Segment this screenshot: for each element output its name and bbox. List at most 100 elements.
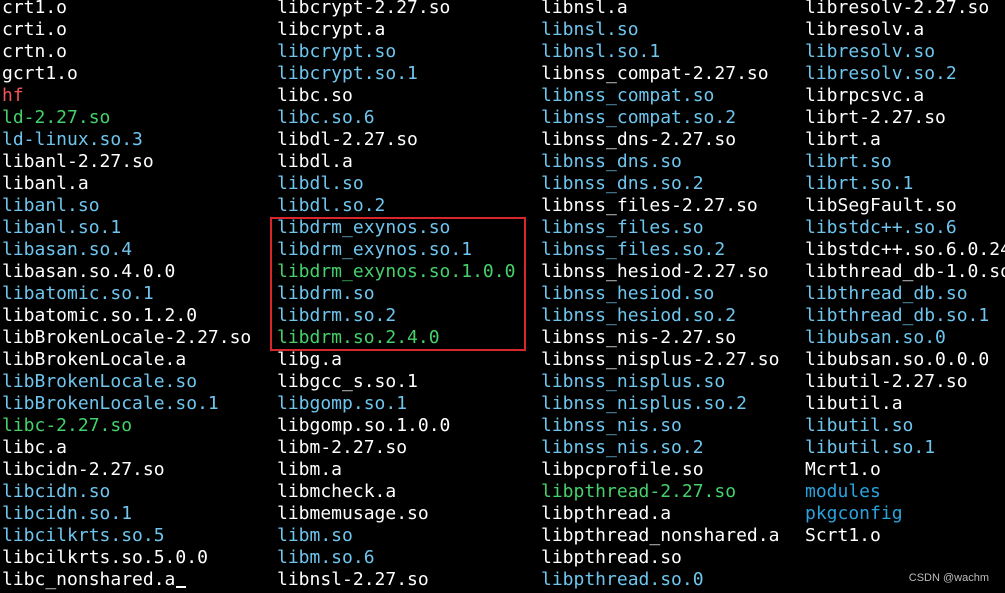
file-entry: libg.a (277, 349, 343, 370)
file-entry: libdl.a (277, 151, 353, 172)
file-entry: libnsl-2.27.so (277, 569, 429, 590)
file-entry: libSegFault.so (805, 195, 957, 216)
file-entry: libmemusage.so (277, 503, 429, 524)
file-entry: libBrokenLocale.a (2, 349, 187, 370)
file-entry: librt.so (805, 151, 892, 172)
file-entry: libnss_compat.so (541, 85, 715, 106)
file-entry: libdrm_exynos.so (277, 217, 451, 238)
file-entry: libnss_dns.so (541, 151, 682, 172)
file-entry: libresolv-2.27.so (805, 0, 990, 18)
file-entry: libdrm_exynos.so.1 (277, 239, 473, 260)
file-entry: libpthread-2.27.so (541, 481, 737, 502)
file-entry: hf (2, 85, 24, 106)
file-entry: libBrokenLocale.so (2, 371, 198, 392)
file-entry: libdrm.so.2.4.0 (277, 327, 440, 348)
file-entry: crti.o (2, 19, 68, 40)
file-entry: libcilkrts.so.5 (2, 525, 165, 546)
file-entry: libpthread_nonshared.a (541, 525, 780, 546)
file-entry: libnss_nisplus.so (541, 371, 726, 392)
file-entry: libnss_dns.so.2 (541, 173, 704, 194)
file-entry: libnss_nis.so (541, 415, 682, 436)
file-entry: libanl-2.27.so (2, 151, 154, 172)
file-entry: libnss_nis.so.2 (541, 437, 704, 458)
file-entry: libanl.so.1 (2, 217, 122, 238)
file-entry: libanl.a (2, 173, 89, 194)
file-entry: libutil-2.27.so (805, 371, 968, 392)
file-entry: pkgconfig (805, 503, 903, 524)
file-entry: libstdc++.so.6.0.24 (805, 239, 1005, 260)
file-entry: libdl-2.27.so (277, 129, 418, 150)
file-entry: libutil.a (805, 393, 903, 414)
file-entry: modules (805, 481, 881, 502)
file-entry: crtn.o (2, 41, 68, 62)
file-entry: libc_nonshared.a (2, 569, 251, 591)
file-entry: Scrt1.o (805, 525, 881, 546)
file-entry: libstdc++.so.6 (805, 217, 957, 238)
file-entry: libnsl.so.1 (541, 41, 661, 62)
file-entry: libc.so (277, 85, 353, 106)
file-entry: libnss_hesiod-2.27.so (541, 261, 769, 282)
file-entry: libdl.so.2 (277, 195, 386, 216)
file-entry: libc.a (2, 437, 68, 458)
file-entry: libnss_files-2.27.so (541, 195, 758, 216)
file-entry: libgomp.so.1.0.0 (277, 415, 451, 436)
file-entry: libnss_files.so.2 (541, 239, 726, 260)
file-entry: libatomic.so.1.2.0 (2, 305, 198, 326)
listing-column-1: crt1.o crti.o crtn.o gcrt1.o hf ld-2.27.so ld-… (2, 0, 251, 591)
file-entry: libmcheck.a (277, 481, 397, 502)
file-entry: libm.so.6 (277, 547, 375, 568)
file-entry: libnss_compat-2.27.so (541, 63, 769, 84)
file-entry: libc.so.6 (277, 107, 375, 128)
file-entry: libubsan.so.0.0.0 (805, 349, 990, 370)
file-entry: libgcc_s.so.1 (277, 371, 418, 392)
file-entry: libnsl.a (541, 0, 628, 18)
file-entry: librt.a (805, 129, 881, 150)
file-entry: libpthread.so.0 (541, 569, 704, 590)
file-entry: libnss_nisplus.so.2 (541, 393, 747, 414)
file-entry: libBrokenLocale.so.1 (2, 393, 219, 414)
file-entry: libcrypt-2.27.so (277, 0, 451, 18)
listing-column-3: libnsl.a libnsl.so libnsl.so.1 libnss_compa… (541, 0, 779, 591)
file-entry: libdrm.so (277, 283, 375, 304)
file-entry: libdl.so (277, 173, 364, 194)
file-entry: libnss_compat.so.2 (541, 107, 737, 128)
file-entry: libcidn.so (2, 481, 111, 502)
file-entry: libnss_files.so (541, 217, 704, 238)
listing-column-2: libcrypt-2.27.so libcrypt.a libcrypt.so lib… (277, 0, 515, 591)
terminal-window[interactable]: crt1.o crti.o crtn.o gcrt1.o hf ld-2.27.so ld-… (0, 0, 1005, 593)
file-entry: libcidn.so.1 (2, 503, 133, 524)
file-entry: libcrypt.so (277, 41, 397, 62)
file-entry: libcilkrts.so.5.0.0 (2, 547, 208, 568)
file-entry: libthread_db-1.0.so (805, 261, 1005, 282)
file-entry: librt-2.27.so (805, 107, 946, 128)
file-entry: libcrypt.so.1 (277, 63, 418, 84)
file-entry: libdrm.so.2 (277, 305, 397, 326)
file-entry: libthread_db.so.1 (805, 305, 990, 326)
file-entry: libpthread.a (541, 503, 672, 524)
file-entry: crt1.o (2, 0, 68, 18)
file-entry: libpcprofile.so (541, 459, 704, 480)
file-entry: libnsl.so (541, 19, 639, 40)
file-entry: libBrokenLocale-2.27.so (2, 327, 252, 348)
file-entry: libnss_hesiod.so (541, 283, 715, 304)
file-entry: ld-linux.so.3 (2, 129, 143, 150)
file-entry: libresolv.so (805, 41, 936, 62)
file-entry: libatomic.so.1 (2, 283, 154, 304)
terminal-cursor (176, 586, 187, 588)
file-entry: Mcrt1.o (805, 459, 881, 480)
file-entry: libdrm_exynos.so.1.0.0 (277, 261, 516, 282)
file-entry: libcrypt.a (277, 19, 386, 40)
file-entry: libm.a (277, 459, 343, 480)
file-entry: libnss_nis-2.27.so (541, 327, 737, 348)
file-entry: libasan.so.4 (2, 239, 133, 260)
file-entry: libnss_hesiod.so.2 (541, 305, 737, 326)
file-entry: librt.so.1 (805, 173, 914, 194)
file-entry: libanl.so (2, 195, 100, 216)
file-entry: libc-2.27.so (2, 415, 133, 436)
file-entry: libm-2.27.so (277, 437, 408, 458)
file-entry: librpcsvc.a (805, 85, 925, 106)
file-entry: ld-2.27.so (2, 107, 111, 128)
file-entry: gcrt1.o (2, 63, 78, 84)
file-entry: libthread_db.so (805, 283, 968, 304)
watermark: CSDN @wachm (908, 572, 989, 584)
